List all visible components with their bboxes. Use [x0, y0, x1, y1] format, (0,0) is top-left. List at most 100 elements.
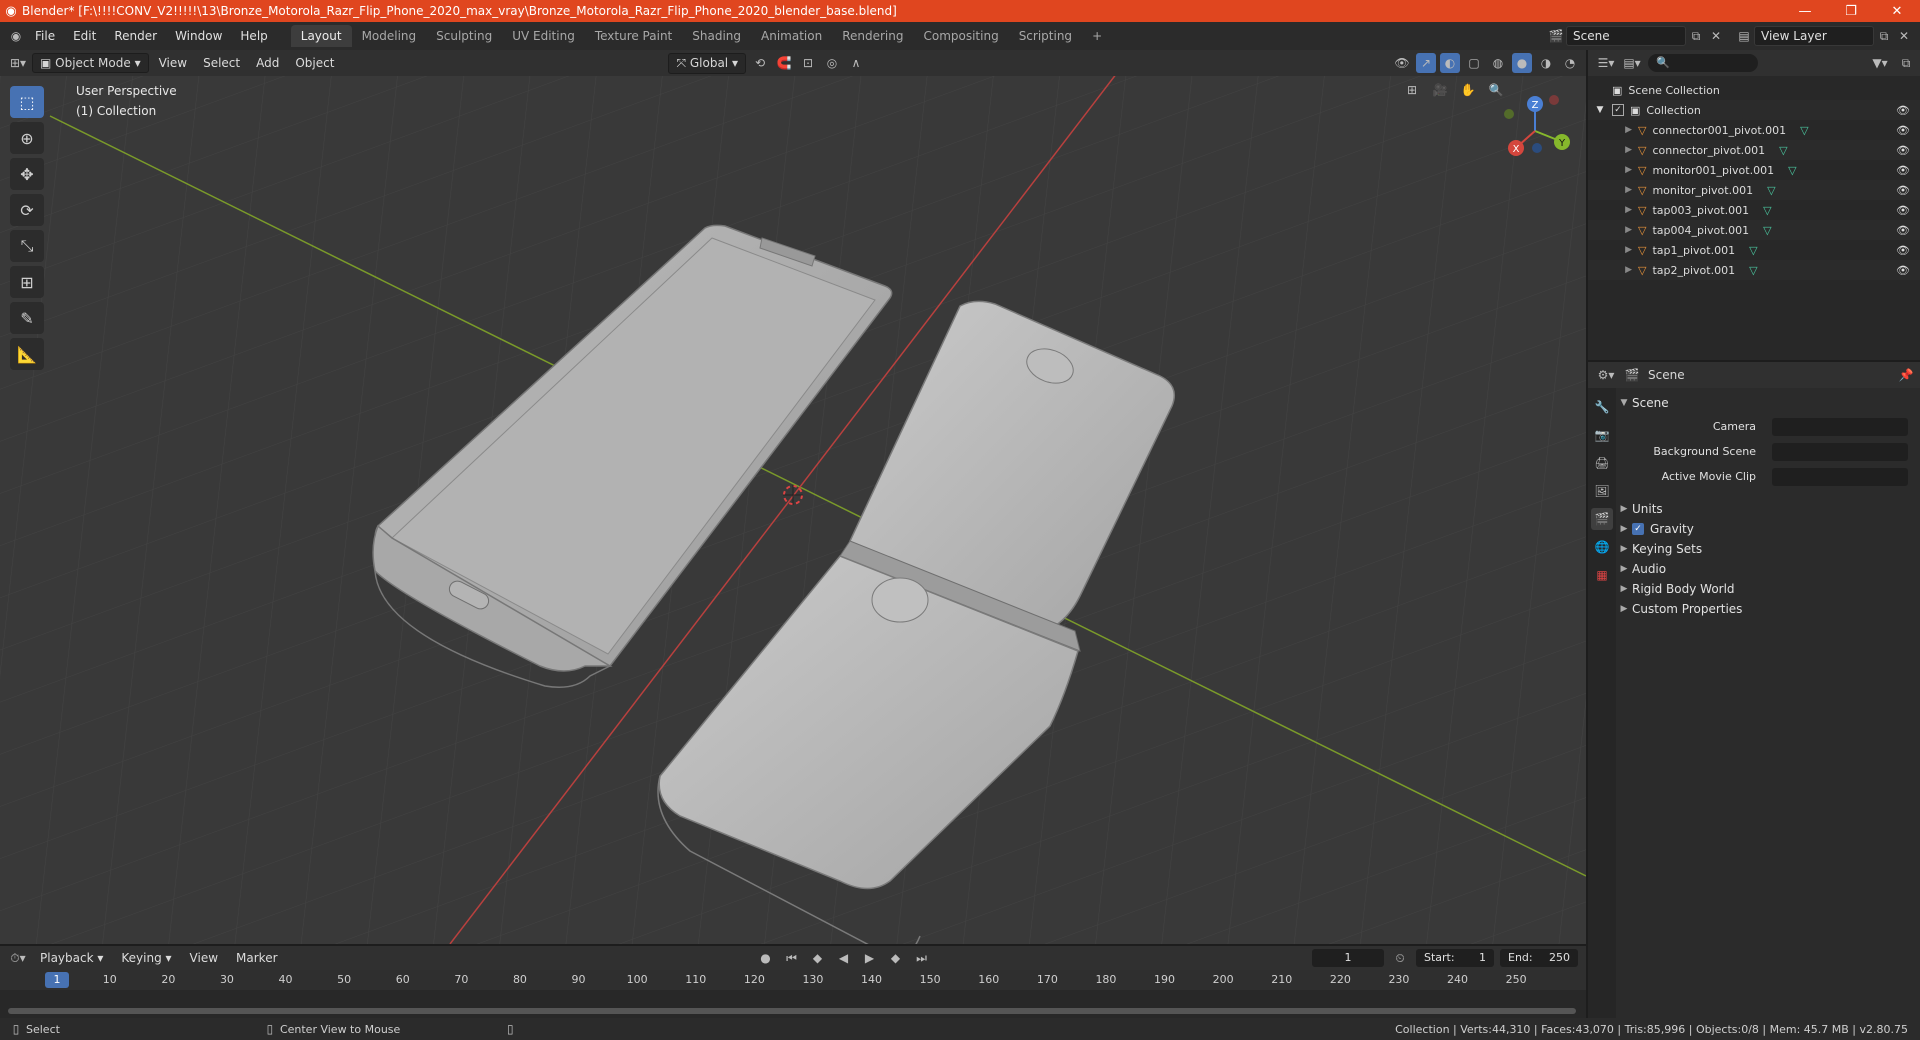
timeline-area[interactable]: 1 10 20 30 40 50 60 70 80 90 100 110 120 130 140 150 160…: [0, 970, 1586, 1018]
add-workspace-button[interactable]: +: [1082, 25, 1112, 47]
menu-file[interactable]: File: [26, 29, 64, 43]
gravity-checkbox[interactable]: ✓: [1632, 523, 1644, 535]
background-scene-field[interactable]: [1772, 443, 1908, 461]
select-box-tool[interactable]: ⬚: [10, 86, 44, 118]
expand-arrow-icon[interactable]: ▶: [1588, 225, 1632, 235]
frame-ruler[interactable]: 1 10 20 30 40 50 60 70 80 90 100 110 120 130 140 150 160…: [0, 970, 1586, 990]
gizmo-toggle-icon[interactable]: ↗: [1416, 53, 1436, 73]
properties-editor-icon[interactable]: ⚙▾: [1596, 365, 1616, 385]
mesh-data-icon[interactable]: ▽: [1749, 264, 1757, 277]
snap-icon[interactable]: 🧲: [774, 53, 794, 73]
expand-arrow-icon[interactable]: ▶: [1588, 125, 1632, 135]
mesh-data-icon[interactable]: ▽: [1800, 124, 1808, 137]
timeline-scrollbar[interactable]: [8, 1008, 1576, 1014]
subpanel-header[interactable]: ▶ ✓ Gravity: [1616, 518, 1920, 540]
scale-tool[interactable]: ⤡: [10, 230, 44, 262]
outliner-object-row[interactable]: ▶ ▽ tap004_pivot.001 ▽ 👁: [1588, 220, 1920, 240]
menu-help[interactable]: Help: [231, 29, 276, 43]
world-tab-icon[interactable]: 🌐: [1591, 536, 1613, 558]
object-eye-icon[interactable]: 👁: [1896, 144, 1910, 157]
move-tool[interactable]: ✥: [10, 158, 44, 190]
new-collection-icon[interactable]: ⧉: [1896, 53, 1916, 73]
zoom-view-icon[interactable]: 🔍: [1486, 80, 1506, 100]
subpanel-header[interactable]: ▶ Rigid Body World: [1616, 578, 1920, 600]
outliner-editor-icon[interactable]: ☰▾: [1596, 53, 1616, 73]
record-icon[interactable]: ●: [756, 948, 776, 968]
subpanel-header[interactable]: ▶ Audio: [1616, 558, 1920, 580]
output-tab-icon[interactable]: 🖨: [1591, 452, 1613, 474]
view-layer-icon[interactable]: ▤: [1734, 26, 1754, 46]
object-eye-icon[interactable]: 👁: [1896, 164, 1910, 177]
orientation-dropdown[interactable]: ⤧ Global ▾: [668, 52, 746, 74]
menu-add[interactable]: Add: [250, 54, 285, 72]
subpanel-header[interactable]: ▶ Keying Sets: [1616, 538, 1920, 560]
current-frame-field[interactable]: 1: [1312, 949, 1384, 967]
wireframe-shading-icon[interactable]: ◍: [1488, 53, 1508, 73]
view-layer-selector[interactable]: View Layer: [1754, 26, 1874, 46]
blender-menu-icon[interactable]: ◉: [6, 26, 26, 46]
scene-selector[interactable]: Scene: [1566, 26, 1686, 46]
transform-tool[interactable]: ⊞: [10, 266, 44, 298]
overlay-toggle-icon[interactable]: ◐: [1440, 53, 1460, 73]
object-eye-icon[interactable]: 👁: [1896, 204, 1910, 217]
tab-sculpting[interactable]: Sculpting: [426, 25, 502, 47]
mesh-data-icon[interactable]: ▽: [1749, 244, 1757, 257]
object-mode-dropdown[interactable]: ▣ Object Mode ▾: [32, 53, 149, 73]
menu-select[interactable]: Select: [197, 54, 246, 72]
menu-render[interactable]: Render: [105, 29, 166, 43]
prev-keyframe-icon[interactable]: ◆: [808, 948, 828, 968]
outliner-collection[interactable]: ▼ ✓ ▣ Collection 👁: [1588, 100, 1920, 120]
tab-layout[interactable]: Layout: [290, 25, 352, 47]
new-scene-icon[interactable]: ⧉: [1686, 26, 1706, 46]
subpanel-header[interactable]: ▶ Units: [1616, 498, 1920, 520]
camera-field[interactable]: [1772, 418, 1908, 436]
view-layer-tab-icon[interactable]: 🖼: [1591, 480, 1613, 502]
mesh-data-icon[interactable]: ▽: [1788, 164, 1796, 177]
tool-tab-icon[interactable]: 🔧: [1591, 396, 1613, 418]
camera-view-icon[interactable]: 🎥: [1430, 80, 1450, 100]
preview-range-icon[interactable]: ⏲: [1390, 948, 1410, 968]
collection-checkbox[interactable]: ✓: [1612, 104, 1624, 116]
proportional-edit-icon[interactable]: ◎: [822, 53, 842, 73]
render-tab-icon[interactable]: 📷: [1591, 424, 1613, 446]
play-icon[interactable]: ▶: [860, 948, 880, 968]
tab-rendering[interactable]: Rendering: [832, 25, 913, 47]
start-frame-field[interactable]: Start: 1: [1416, 949, 1494, 967]
filter-icon[interactable]: ▼▾: [1870, 53, 1890, 73]
tab-uv-editing[interactable]: UV Editing: [502, 25, 585, 47]
expand-arrow-icon[interactable]: ▼: [1588, 105, 1612, 115]
active-movie-clip-field[interactable]: [1772, 468, 1908, 486]
object-eye-icon[interactable]: 👁: [1896, 184, 1910, 197]
rendered-shading-icon[interactable]: ◔: [1560, 53, 1580, 73]
mesh-data-icon[interactable]: ▽: [1763, 224, 1771, 237]
menu-timeline-view[interactable]: View: [184, 949, 224, 967]
next-keyframe-icon[interactable]: ◆: [886, 948, 906, 968]
jump-start-icon[interactable]: ⏮: [782, 948, 802, 968]
outliner-object-row[interactable]: ▶ ▽ tap2_pivot.001 ▽ 👁: [1588, 260, 1920, 280]
outliner-object-row[interactable]: ▶ ▽ connector001_pivot.001 ▽ 👁: [1588, 120, 1920, 140]
outliner-object-row[interactable]: ▶ ▽ tap1_pivot.001 ▽ 👁: [1588, 240, 1920, 260]
tab-compositing[interactable]: Compositing: [913, 25, 1008, 47]
maximize-button[interactable]: ❐: [1828, 4, 1874, 19]
expand-arrow-icon[interactable]: ▶: [1588, 145, 1632, 155]
snap-target-icon[interactable]: ⊡: [798, 53, 818, 73]
object-eye-icon[interactable]: 👁: [1896, 264, 1910, 277]
expand-arrow-icon[interactable]: ▶: [1588, 245, 1632, 255]
outliner-search-input[interactable]: 🔍: [1648, 54, 1758, 72]
current-frame-indicator[interactable]: 1: [45, 972, 69, 988]
close-button[interactable]: ✕: [1874, 4, 1920, 19]
expand-arrow-icon[interactable]: ▶: [1588, 165, 1632, 175]
delete-scene-icon[interactable]: ✕: [1706, 26, 1726, 46]
tab-scripting[interactable]: Scripting: [1009, 25, 1082, 47]
timeline-editor-icon[interactable]: ⏱▾: [8, 948, 28, 968]
minimize-button[interactable]: —: [1782, 4, 1828, 19]
expand-arrow-icon[interactable]: ▶: [1588, 265, 1632, 275]
scene-icon[interactable]: 🎬: [1546, 26, 1566, 46]
display-mode-icon[interactable]: ▤▾: [1622, 53, 1642, 73]
menu-view[interactable]: View: [153, 54, 193, 72]
object-eye-icon[interactable]: 👁: [1896, 224, 1910, 237]
scene-panel-header[interactable]: ▼ Scene: [1616, 392, 1920, 414]
menu-marker[interactable]: Marker: [230, 949, 283, 967]
delete-view-layer-icon[interactable]: ✕: [1894, 26, 1914, 46]
expand-arrow-icon[interactable]: ▶: [1588, 185, 1632, 195]
